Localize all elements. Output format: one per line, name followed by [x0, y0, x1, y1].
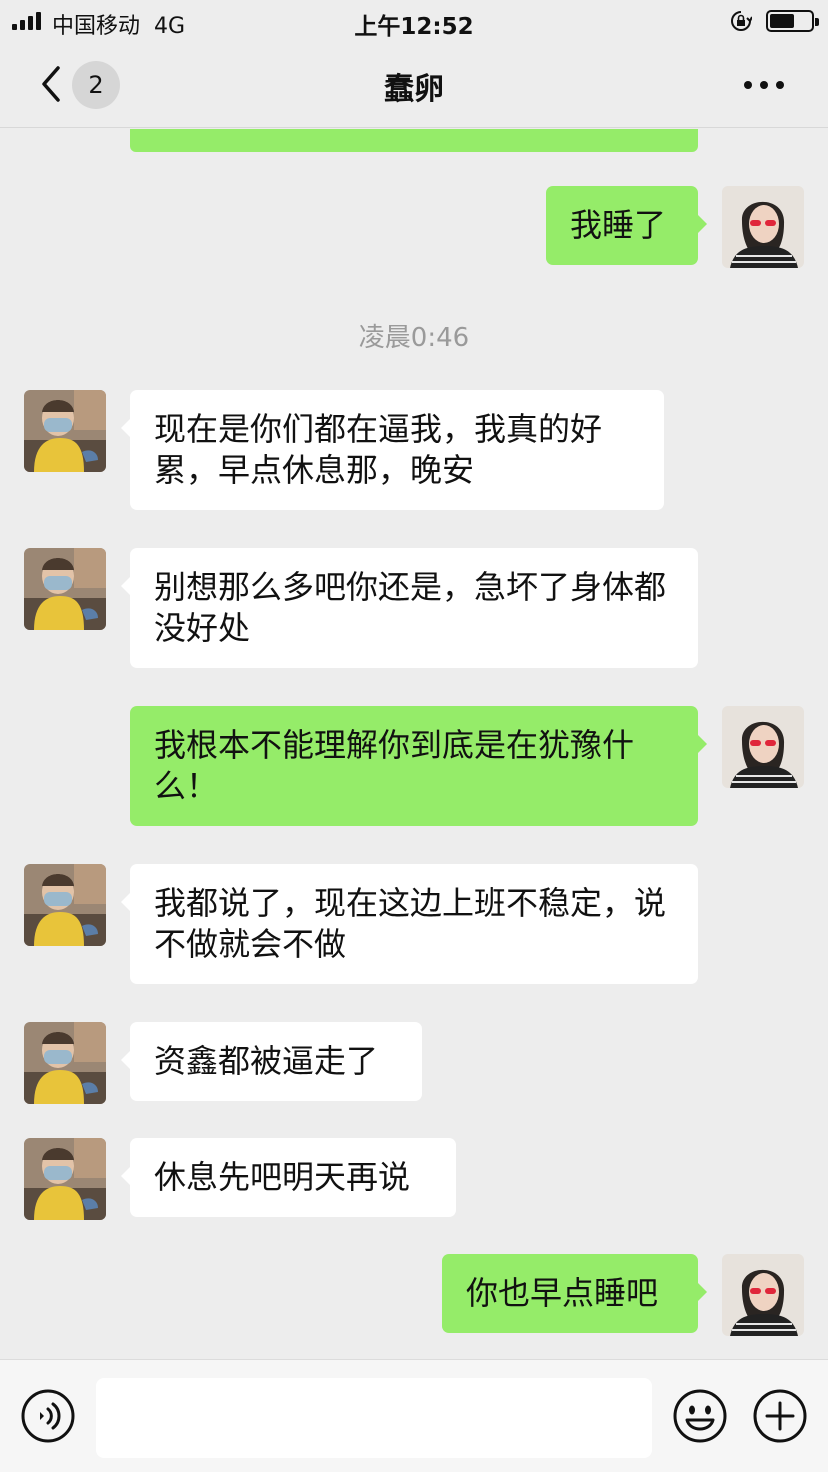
status-time: 上午12:52: [354, 14, 474, 40]
message-bubble-partial: [130, 129, 698, 152]
avatar[interactable]: [722, 1254, 804, 1336]
message-bubble-outgoing[interactable]: 我睡了: [546, 186, 707, 265]
message-bubble-outgoing[interactable]: 我根本不能理解你到底是在犹豫什么！: [130, 706, 707, 826]
avatar[interactable]: [24, 390, 106, 472]
message-bubble-incoming[interactable]: 别想那么多吧你还是，急坏了身体都没好处: [121, 548, 698, 668]
avatar[interactable]: [24, 548, 106, 630]
message-bubble-incoming[interactable]: 资鑫都被逼走了: [121, 1022, 422, 1101]
chat-header: 2 蠢卵: [0, 42, 828, 128]
chat-message-list[interactable]: 我睡了 凌晨0:46 现在是你们都在逼我，我真的好累，早点休息那，晚安 别想那么…: [0, 129, 828, 1359]
rotation-lock-icon: [731, 11, 752, 31]
avatar[interactable]: [722, 706, 804, 788]
message-bubble-incoming[interactable]: 休息先吧明天再说: [121, 1138, 456, 1217]
voice-icon[interactable]: [20, 1388, 76, 1444]
message-bubble-incoming[interactable]: 我都说了，现在这边上班不稳定，说不做就会不做: [121, 864, 698, 984]
battery-icon: [766, 10, 819, 32]
contact-avatar-image: [24, 1022, 106, 1104]
more-dots-icon[interactable]: [740, 72, 788, 96]
contact-avatar-image: [24, 390, 106, 472]
avatar[interactable]: [24, 1138, 106, 1220]
avatar[interactable]: [24, 864, 106, 946]
contact-avatar-image: [24, 864, 106, 946]
self-avatar-image: [722, 706, 804, 788]
self-avatar-image: [722, 1254, 804, 1336]
self-avatar-image: [722, 186, 804, 268]
message-timestamp: 凌晨0:46: [358, 323, 470, 353]
chat-title: 蠢卵: [384, 72, 444, 107]
message-bubble-incoming[interactable]: 现在是你们都在逼我，我真的好累，早点休息那，晚安: [121, 390, 664, 510]
avatar[interactable]: [722, 186, 804, 268]
message-input[interactable]: [96, 1378, 652, 1458]
emoji-icon[interactable]: [672, 1388, 728, 1444]
contact-avatar-image: [24, 1138, 106, 1220]
plus-icon[interactable]: [752, 1388, 808, 1444]
contact-avatar-image: [24, 548, 106, 630]
status-bar: 中国移动 4G 上午12:52: [0, 0, 828, 42]
avatar[interactable]: [24, 1022, 106, 1104]
message-bubble-outgoing[interactable]: 你也早点睡吧: [442, 1254, 707, 1333]
message-input-bar: [0, 1359, 828, 1472]
